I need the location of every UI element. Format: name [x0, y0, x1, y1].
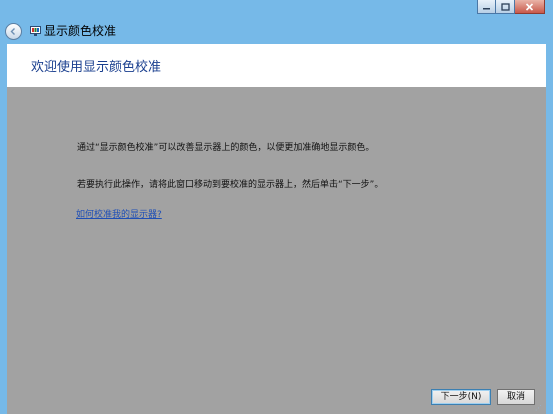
page-title: 欢迎使用显示颜色校准 [31, 60, 162, 75]
back-arrow-icon [10, 28, 15, 35]
window-title: 显示颜色校准 [44, 24, 117, 38]
maximize-button[interactable] [496, 0, 515, 14]
description-text-1: 通过“显示颜色校准”可以改善显示器上的颜色，以便更加准确地显示颜色。 [77, 143, 375, 153]
help-link[interactable]: 如何校准我的显示器? [76, 209, 162, 221]
close-button[interactable] [515, 0, 545, 14]
resize-grip-icon[interactable]: ⋰ [535, 404, 549, 412]
display-color-calibration-icon [30, 26, 41, 36]
caption-buttons [477, 0, 545, 16]
wizard-content: 欢迎使用显示颜色校准 通过“显示颜色校准”可以改善显示器上的颜色，以便更加准确地… [7, 44, 546, 414]
minimize-button[interactable] [477, 0, 496, 14]
title-bar[interactable]: 显示颜色校准 [0, 0, 553, 44]
minimize-icon [483, 8, 490, 10]
cancel-button[interactable]: 取消 [497, 389, 535, 405]
back-button[interactable] [5, 23, 22, 40]
next-button[interactable]: 下一步(N) [431, 389, 491, 405]
description-text-2: 若要执行此操作，请将此窗口移动到要校准的显示器上，然后单击“下一步”。 [77, 180, 384, 190]
wizard-header: 欢迎使用显示颜色校准 [7, 44, 546, 87]
calibration-window: 显示颜色校准 欢迎使用显示颜色校准 通过“显示颜色校准”可以改善显示器上的颜色，… [0, 0, 553, 414]
close-icon [525, 2, 534, 11]
maximize-icon [500, 2, 510, 11]
